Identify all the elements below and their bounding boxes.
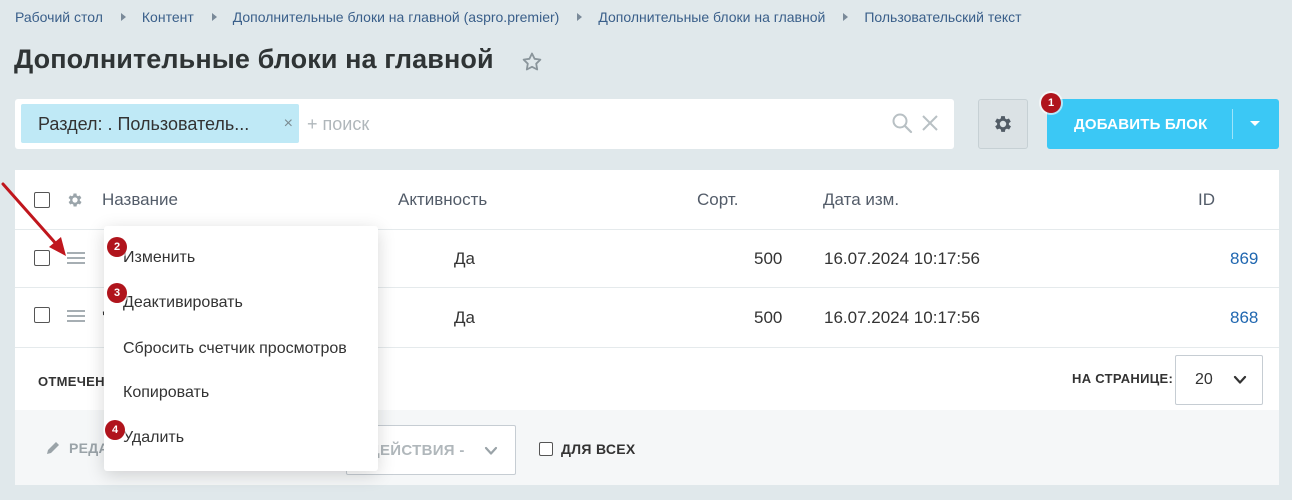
search-icon[interactable] <box>891 112 913 134</box>
breadcrumb-item-content[interactable]: Контент <box>142 9 194 25</box>
add-block-button[interactable]: ДОБАВИТЬ БЛОК <box>1047 99 1279 149</box>
chevron-down-icon[interactable] <box>1250 121 1260 126</box>
menu-item-delete[interactable]: Удалить <box>123 429 184 447</box>
column-header-name[interactable]: Название <box>102 190 178 210</box>
per-page-value: 20 <box>1195 371 1213 388</box>
filter-remove-icon[interactable]: × <box>284 115 293 133</box>
for-all-checkbox[interactable] <box>539 442 553 456</box>
row-date-value: 16.07.2024 10:17:56 <box>824 308 980 327</box>
row-active-value: Да <box>454 249 475 268</box>
column-header-sort[interactable]: Сорт. <box>697 190 738 210</box>
row-active-value: Да <box>454 308 475 327</box>
row-id-link[interactable]: 868 <box>1230 308 1258 328</box>
button-divider <box>1232 109 1233 139</box>
breadcrumb-item-module-blocks[interactable]: Дополнительные блоки на главной (aspro.p… <box>233 9 560 25</box>
row-checkbox[interactable] <box>34 307 50 323</box>
settings-button[interactable] <box>978 99 1028 149</box>
chevron-down-icon <box>1233 375 1247 384</box>
menu-item-edit[interactable]: Изменить <box>123 249 195 267</box>
annotation-badge: 2 <box>107 237 127 257</box>
column-header-date[interactable]: Дата изм. <box>823 190 899 210</box>
breadcrumb-separator-icon <box>211 13 217 21</box>
breadcrumb: Рабочий стол Контент Дополнительные блок… <box>15 9 1022 25</box>
annotation-badge: 3 <box>107 283 127 303</box>
actions-select-value: ДЕЙСТВИЯ - <box>369 442 465 459</box>
close-icon[interactable] <box>921 114 939 132</box>
row-menu-icon[interactable] <box>67 310 85 324</box>
breadcrumb-item-desktop[interactable]: Рабочий стол <box>15 9 103 25</box>
edit-button[interactable]: РЕДА <box>45 440 109 456</box>
menu-item-reset-views[interactable]: Сбросить счетчик просмотров <box>123 340 347 358</box>
breadcrumb-separator-icon <box>843 13 849 21</box>
search-input[interactable]: + поиск <box>307 114 369 135</box>
for-all-label: ДЛЯ ВСЕХ <box>561 441 636 457</box>
per-page-label: НА СТРАНИЦЕ: <box>1072 371 1174 386</box>
chevron-down-icon <box>484 446 498 455</box>
annotation-badge: 1 <box>1041 93 1061 113</box>
column-header-id[interactable]: ID <box>1198 190 1215 210</box>
breadcrumb-item-custom-text[interactable]: Пользовательский текст <box>864 9 1021 25</box>
marked-count-label: ОТМЕЧЕН <box>38 374 105 389</box>
per-page-select[interactable]: 20 <box>1175 355 1263 405</box>
breadcrumb-separator-icon <box>120 13 126 21</box>
menu-item-copy[interactable]: Копировать <box>123 384 209 402</box>
page-title: Дополнительные блоки на главной <box>14 44 494 74</box>
breadcrumb-item-blocks[interactable]: Дополнительные блоки на главной <box>598 9 825 25</box>
pencil-icon <box>47 442 59 454</box>
row-context-menu: Изменить Деактивировать Сбросить счетчик… <box>104 226 378 471</box>
star-icon[interactable] <box>520 50 544 74</box>
row-id-link[interactable]: 869 <box>1230 249 1258 269</box>
filter-tag-label: Раздел: . Пользователь... <box>38 114 250 134</box>
row-sort-value: 500 <box>754 249 783 268</box>
for-all-toggle[interactable]: ДЛЯ ВСЕХ <box>539 441 636 457</box>
gear-icon <box>995 116 1011 132</box>
menu-item-deactivate[interactable]: Деактивировать <box>123 294 243 312</box>
column-header-active[interactable]: Активность <box>398 190 487 210</box>
annotation-badge: 4 <box>105 420 125 440</box>
filter-tag-section[interactable]: Раздел: . Пользователь... × <box>21 104 299 143</box>
edit-button-label: РЕДА <box>69 440 109 456</box>
row-sort-value: 500 <box>754 308 783 327</box>
add-block-label: ДОБАВИТЬ БЛОК <box>1074 116 1208 133</box>
annotation-arrow-icon <box>1 182 66 256</box>
search-bar[interactable]: Раздел: . Пользователь... × + поиск <box>15 99 954 149</box>
breadcrumb-separator-icon <box>577 13 583 21</box>
row-date-value: 16.07.2024 10:17:56 <box>824 249 980 268</box>
